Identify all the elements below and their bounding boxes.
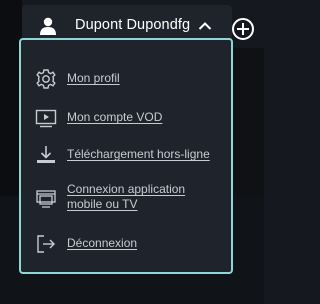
gear-icon: [36, 69, 56, 89]
menu-item-offline-download[interactable]: Téléchargement hors-ligne: [21, 144, 231, 166]
user-dropdown-menu: Mon profil Mon compte VOD Téléchargement…: [19, 38, 233, 274]
background-right: [232, 48, 264, 196]
menu-item-vod-account[interactable]: Mon compte VOD: [21, 107, 231, 129]
chevron-up-icon[interactable]: [198, 21, 212, 31]
devices-icon: [36, 190, 56, 208]
add-button[interactable]: [232, 18, 254, 40]
menu-item-label: Téléchargement hors-ligne: [67, 147, 210, 161]
user-avatar-icon: [40, 17, 56, 35]
logout-icon: [37, 235, 55, 253]
menu-item-label: Mon compte VOD: [67, 110, 163, 124]
menu-item-device-connection[interactable]: Connexion application mobile ou TV: [21, 182, 231, 216]
menu-item-label: Déconnexion: [67, 236, 138, 250]
video-screen-icon: [35, 109, 57, 128]
menu-item-label: Mon profil: [67, 71, 120, 85]
menu-item-profile[interactable]: Mon profil: [21, 68, 231, 90]
menu-item-label: Connexion application mobile ou TV: [67, 182, 186, 211]
download-icon: [37, 146, 55, 163]
menu-item-logout[interactable]: Déconnexion: [21, 233, 231, 255]
user-name: Dupont Dupondfg: [75, 17, 191, 33]
